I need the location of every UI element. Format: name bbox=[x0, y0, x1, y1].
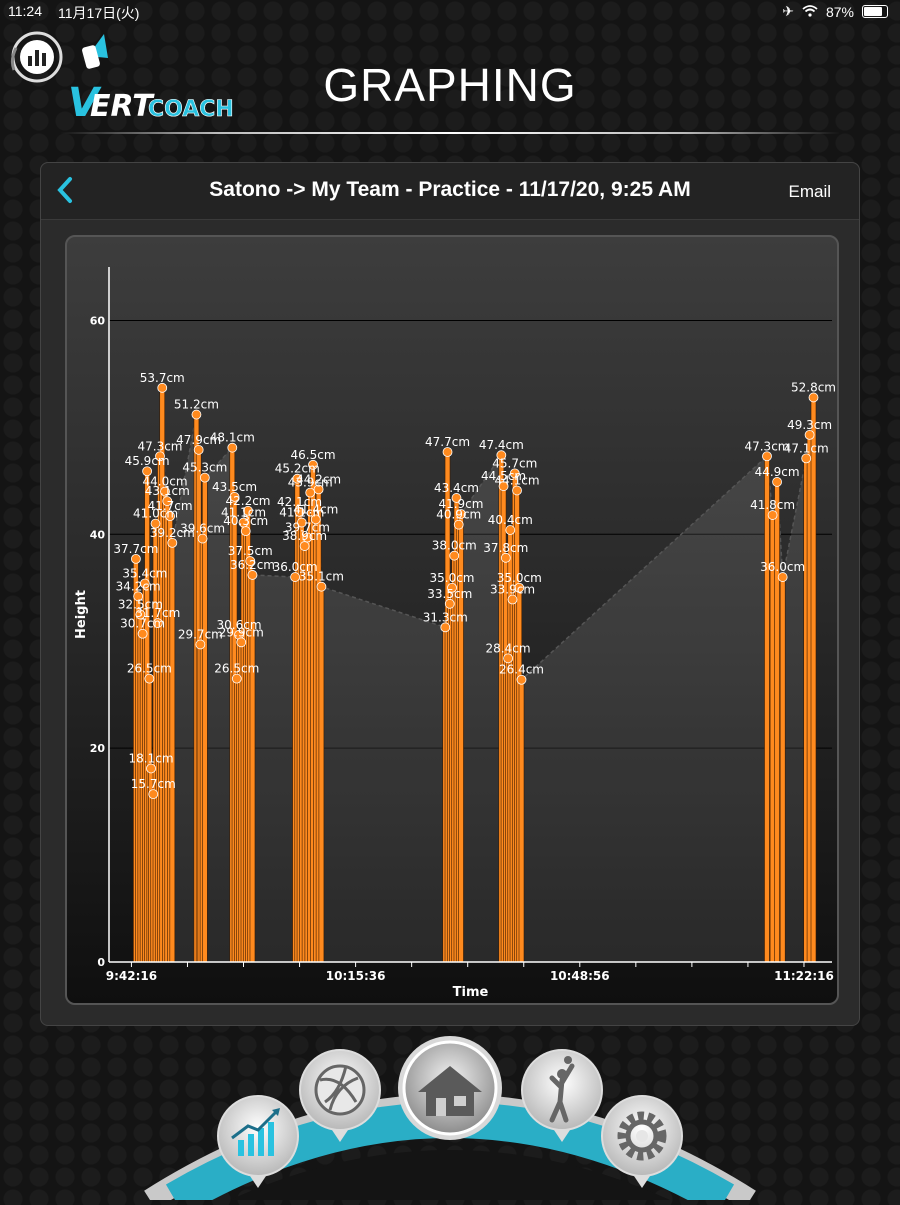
jump-data-label: 41.9cm bbox=[438, 497, 483, 511]
y-tick-label: 40 bbox=[90, 528, 106, 541]
jump-data-label: 53.7cm bbox=[140, 371, 185, 385]
jump-data-label: 34.2cm bbox=[116, 579, 161, 593]
jump-data-label: 35.0cm bbox=[497, 571, 542, 585]
jump-bar bbox=[764, 455, 770, 963]
jump-data-label: 43.1cm bbox=[145, 484, 190, 498]
jump-data-label: 41.4cm bbox=[293, 502, 338, 516]
jump-data-label: 29.9cm bbox=[219, 625, 264, 639]
jump-data-label: 39.6cm bbox=[180, 522, 225, 536]
jump-data-label: 42.2cm bbox=[225, 494, 270, 508]
jump-data-label: 48.1cm bbox=[210, 431, 255, 445]
jump-data-label: 44.1cm bbox=[495, 473, 540, 487]
page-title: GRAPHING bbox=[323, 59, 577, 111]
status-right: ✈ 87% bbox=[782, 3, 888, 20]
panel-header: Satono -> My Team - Practice - 11/17/20,… bbox=[41, 163, 859, 220]
height-chart: 020406037.7cm34.2cm32.5cm30.7cm35.4cm45.… bbox=[74, 267, 836, 1000]
jump-data-label: 37.7cm bbox=[113, 542, 158, 556]
jump-data-label: 38.0cm bbox=[432, 539, 477, 553]
jump-data-label: 35.1cm bbox=[299, 570, 344, 584]
wifi-icon bbox=[802, 4, 818, 20]
jump-data-label: 36.2cm bbox=[230, 558, 275, 572]
jump-data-label: 51.2cm bbox=[174, 398, 219, 412]
session-panel: Satono -> My Team - Practice - 11/17/20,… bbox=[40, 162, 860, 1026]
jump-data-label: 37.5cm bbox=[228, 544, 273, 558]
jump-data-label: 45.9cm bbox=[125, 454, 170, 468]
battery-percent: 87% bbox=[825, 3, 854, 20]
nav-dock bbox=[0, 1030, 900, 1205]
jump-data-label: 37.8cm bbox=[483, 541, 528, 555]
jump-bar bbox=[518, 679, 525, 963]
status-bar: 11:24 11月17日(火) ✈ 87% bbox=[0, 0, 900, 24]
volleyball-icon bbox=[314, 1064, 366, 1116]
x-tick-label: 9:42:16 bbox=[106, 969, 157, 983]
jump-data-label: 46.5cm bbox=[291, 448, 336, 462]
header-divider bbox=[60, 132, 840, 134]
jump-data-label: 28.4cm bbox=[486, 641, 531, 655]
app-header: V ERT COACH GRAPHING bbox=[0, 24, 900, 134]
jump-data-label: 47.1cm bbox=[784, 441, 829, 455]
battery-icon bbox=[862, 5, 888, 18]
jump-data-label: 45.7cm bbox=[492, 456, 537, 470]
status-date: 11月17日(火) bbox=[58, 5, 140, 21]
jump-data-label: 35.0cm bbox=[429, 571, 474, 585]
jump-data-label: 15.7cm bbox=[131, 777, 176, 791]
jump-data-label: 40.4cm bbox=[488, 513, 533, 527]
jump-data-label: 40.3cm bbox=[223, 514, 268, 528]
jump-data-label: 43.4cm bbox=[434, 481, 479, 495]
jump-data-label: 47.7cm bbox=[425, 435, 470, 449]
jump-bar bbox=[202, 477, 208, 963]
jump-data-label: 18.1cm bbox=[129, 751, 174, 765]
airplane-icon: ✈ bbox=[782, 3, 794, 19]
y-tick-label: 20 bbox=[90, 742, 106, 755]
jump-bar bbox=[774, 481, 780, 963]
jump-data-label: 41.8cm bbox=[750, 498, 795, 512]
jump-data-label: 26.4cm bbox=[499, 663, 544, 677]
y-axis-label: Height bbox=[74, 590, 89, 639]
x-tick-label: 11:22:16 bbox=[774, 969, 834, 983]
jump-data-label: 26.5cm bbox=[214, 662, 259, 676]
status-time: 11:24 bbox=[8, 3, 42, 19]
jump-data-label: 36.0cm bbox=[760, 560, 805, 574]
x-tick-label: 10:48:56 bbox=[550, 969, 610, 983]
jump-data-label: 39.7cm bbox=[285, 521, 330, 535]
jump-data-label: 35.4cm bbox=[122, 566, 167, 580]
jump-data-label: 45.3cm bbox=[182, 461, 227, 475]
jump-data-label: 31.7cm bbox=[135, 606, 180, 620]
jump-data-label: 43.5cm bbox=[212, 480, 257, 494]
nav-home-button[interactable] bbox=[398, 1036, 502, 1140]
jump-bar bbox=[779, 576, 786, 963]
jump-data-label: 26.5cm bbox=[127, 662, 172, 676]
jump-bar bbox=[810, 397, 817, 963]
jump-bar bbox=[318, 586, 325, 963]
y-tick-label: 60 bbox=[90, 314, 106, 327]
x-tick-label: 10:15:36 bbox=[326, 969, 386, 983]
session-title: Satono -> My Team - Practice - 11/17/20,… bbox=[209, 178, 691, 201]
y-tick-label: 0 bbox=[97, 956, 105, 969]
jump-data-label: 31.3cm bbox=[423, 610, 468, 624]
jump-data-label: 47.4cm bbox=[479, 438, 524, 452]
chart-frame: 0 20 40 60 37.7cm 34.2cm 32.5cm 30.7cm 35.4cm 45.… bbox=[65, 235, 839, 1005]
jump-data-label: 49.3cm bbox=[787, 418, 832, 432]
jump-data-label: 41.7cm bbox=[148, 499, 193, 513]
x-axis-label: Time bbox=[453, 985, 489, 1000]
jump-data-label: 44.9cm bbox=[755, 465, 800, 479]
email-button[interactable]: Email bbox=[788, 182, 831, 202]
jump-data-label: 44.2cm bbox=[296, 472, 341, 486]
jump-data-label: 52.8cm bbox=[791, 380, 836, 394]
jump-data-label: 33.5cm bbox=[427, 587, 472, 601]
